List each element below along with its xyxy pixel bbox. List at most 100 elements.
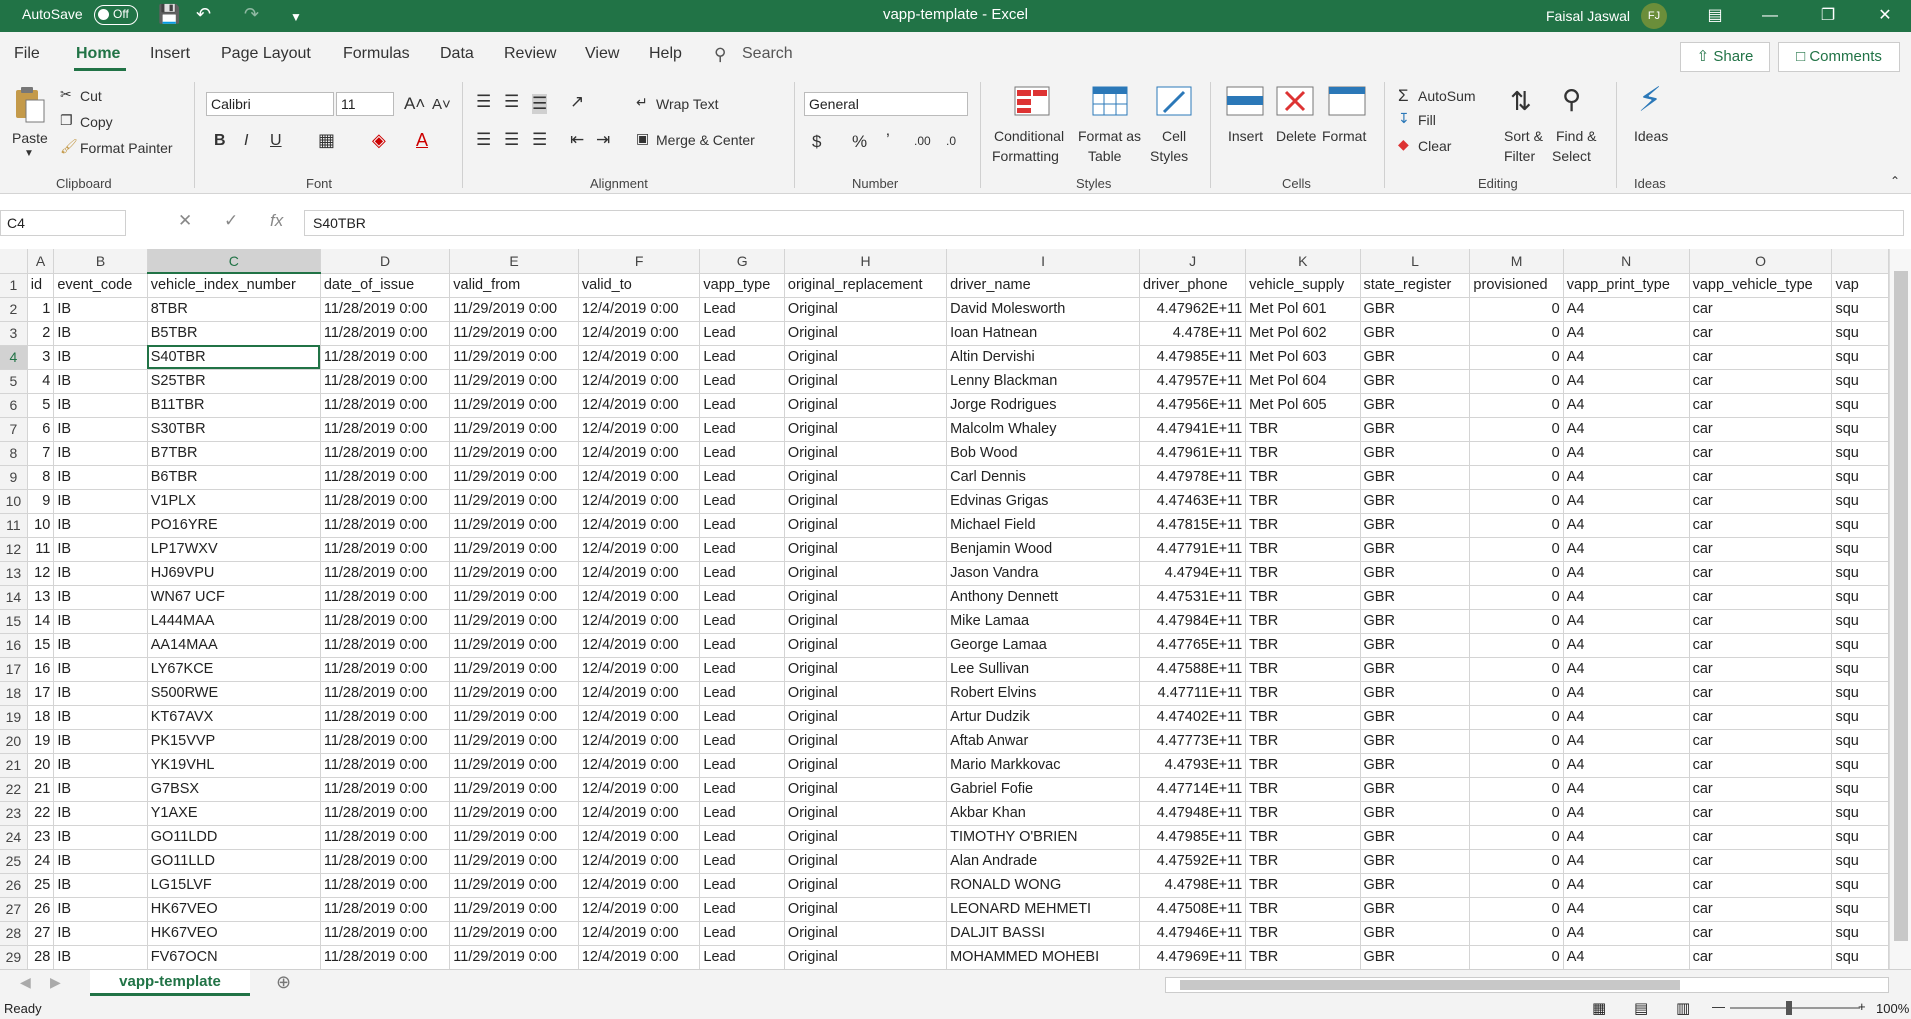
cell[interactable]: 11/28/2019 0:00 bbox=[320, 393, 451, 418]
column-header-g[interactable]: G bbox=[699, 249, 785, 274]
cell[interactable]: LP17WXV bbox=[147, 537, 321, 562]
cell[interactable]: squ bbox=[1831, 513, 1889, 538]
cell[interactable]: 11/29/2019 0:00 bbox=[449, 729, 579, 754]
cell[interactable]: A4 bbox=[1563, 561, 1690, 586]
cell[interactable]: GBR bbox=[1360, 561, 1471, 586]
cell[interactable]: IB bbox=[53, 561, 148, 586]
cell[interactable]: LEONARD MEHMETI bbox=[946, 897, 1141, 922]
cell[interactable]: 0 bbox=[1469, 681, 1564, 706]
cell[interactable]: Lead bbox=[699, 441, 785, 466]
tab-data[interactable]: Data bbox=[440, 45, 474, 63]
cell[interactable]: GBR bbox=[1360, 945, 1471, 969]
cell[interactable]: 0 bbox=[1469, 753, 1564, 778]
cell[interactable]: Lead bbox=[699, 897, 785, 922]
cell[interactable]: 12/4/2019 0:00 bbox=[578, 825, 701, 850]
cell[interactable]: 22 bbox=[27, 801, 55, 826]
cell[interactable]: IB bbox=[53, 921, 148, 946]
header-cell[interactable]: vehicle_index_number bbox=[147, 273, 321, 298]
cell[interactable]: 11/29/2019 0:00 bbox=[449, 825, 579, 850]
tab-file[interactable]: File bbox=[14, 45, 40, 63]
cell[interactable]: 12/4/2019 0:00 bbox=[578, 753, 701, 778]
cell[interactable]: 11/29/2019 0:00 bbox=[449, 873, 579, 898]
cell[interactable]: Original bbox=[784, 369, 948, 394]
cell[interactable]: 11/29/2019 0:00 bbox=[449, 945, 579, 969]
cell[interactable]: Robert Elvins bbox=[946, 681, 1141, 706]
increase-decimal-icon[interactable]: .00 bbox=[914, 134, 931, 148]
ideas-button[interactable]: Ideas bbox=[1634, 128, 1668, 144]
cell[interactable]: 11/28/2019 0:00 bbox=[320, 321, 451, 346]
cell[interactable]: 4.4798E+11 bbox=[1139, 873, 1247, 898]
cell[interactable]: 11/28/2019 0:00 bbox=[320, 513, 451, 538]
cell[interactable]: 4.47978E+11 bbox=[1139, 465, 1247, 490]
cell[interactable]: HJ69VPU bbox=[147, 561, 321, 586]
cell[interactable]: 11/28/2019 0:00 bbox=[320, 777, 451, 802]
header-cell[interactable]: id bbox=[27, 273, 55, 298]
orientation-icon[interactable]: ↗ bbox=[570, 92, 584, 112]
cell[interactable]: 4.47714E+11 bbox=[1139, 777, 1247, 802]
comments-button[interactable]: □ Comments bbox=[1778, 42, 1900, 72]
cell[interactable]: AA14MAA bbox=[147, 633, 321, 658]
cell[interactable]: 11/29/2019 0:00 bbox=[449, 321, 579, 346]
column-header-a[interactable]: A bbox=[27, 249, 55, 274]
cell[interactable]: 4.47969E+11 bbox=[1139, 945, 1247, 969]
cell[interactable]: GBR bbox=[1360, 801, 1471, 826]
cell[interactable]: 0 bbox=[1469, 825, 1564, 850]
cell-styles-button[interactable]: Cell bbox=[1162, 128, 1186, 144]
cell[interactable]: S500RWE bbox=[147, 681, 321, 706]
cell[interactable]: 11/29/2019 0:00 bbox=[449, 609, 579, 634]
header-cell[interactable]: vapp_vehicle_type bbox=[1689, 273, 1833, 298]
cell[interactable]: squ bbox=[1831, 417, 1889, 442]
align-left-icon[interactable]: ☰ bbox=[476, 130, 491, 150]
header-cell[interactable]: state_register bbox=[1360, 273, 1471, 298]
cell[interactable]: TBR bbox=[1245, 585, 1361, 610]
cell[interactable]: Original bbox=[784, 393, 948, 418]
format-cells-button[interactable]: Format bbox=[1322, 128, 1366, 144]
vertical-scrollbar[interactable] bbox=[1889, 249, 1911, 969]
cell[interactable]: GBR bbox=[1360, 873, 1471, 898]
cell[interactable]: 11/28/2019 0:00 bbox=[320, 441, 451, 466]
cell[interactable]: 12/4/2019 0:00 bbox=[578, 465, 701, 490]
cell[interactable]: squ bbox=[1831, 537, 1889, 562]
cell[interactable]: squ bbox=[1831, 633, 1889, 658]
cell[interactable]: 0 bbox=[1469, 465, 1564, 490]
row-header[interactable]: 19 bbox=[0, 705, 28, 730]
cell[interactable]: Akbar Khan bbox=[946, 801, 1141, 826]
cell[interactable]: TIMOTHY O'BRIEN bbox=[946, 825, 1141, 850]
cell-styles-icon[interactable] bbox=[1156, 86, 1192, 122]
cell[interactable]: 23 bbox=[27, 825, 55, 850]
cell[interactable]: Lead bbox=[699, 393, 785, 418]
cell[interactable]: car bbox=[1689, 825, 1833, 850]
insert-function-icon[interactable]: fx bbox=[270, 211, 283, 231]
cell[interactable]: 11/28/2019 0:00 bbox=[320, 897, 451, 922]
paste-icon[interactable] bbox=[12, 86, 48, 123]
cut-icon[interactable]: ✂ bbox=[60, 86, 72, 103]
cell[interactable]: 11/28/2019 0:00 bbox=[320, 537, 451, 562]
cell[interactable]: car bbox=[1689, 897, 1833, 922]
cell[interactable]: car bbox=[1689, 417, 1833, 442]
cell[interactable]: Original bbox=[784, 705, 948, 730]
cell[interactable]: GBR bbox=[1360, 489, 1471, 514]
cell[interactable]: IB bbox=[53, 297, 148, 322]
merge-icon[interactable]: ▣ bbox=[636, 130, 649, 147]
cell[interactable]: 11 bbox=[27, 537, 55, 562]
header-cell[interactable]: driver_phone bbox=[1139, 273, 1247, 298]
cell[interactable]: 8TBR bbox=[147, 297, 321, 322]
cell[interactable]: Lead bbox=[699, 297, 785, 322]
cell-styles-line2[interactable]: Styles bbox=[1150, 148, 1188, 164]
cell[interactable]: David Molesworth bbox=[946, 297, 1141, 322]
cell[interactable]: TBR bbox=[1245, 921, 1361, 946]
cell[interactable]: S30TBR bbox=[147, 417, 321, 442]
cell[interactable]: 11/28/2019 0:00 bbox=[320, 417, 451, 442]
cell[interactable]: G7BSX bbox=[147, 777, 321, 802]
cell[interactable]: 12/4/2019 0:00 bbox=[578, 609, 701, 634]
cell[interactable]: B6TBR bbox=[147, 465, 321, 490]
cell[interactable]: Lead bbox=[699, 633, 785, 658]
cell[interactable]: 0 bbox=[1469, 921, 1564, 946]
add-sheet-icon[interactable]: ⊕ bbox=[276, 972, 291, 993]
cell[interactable]: TBR bbox=[1245, 681, 1361, 706]
cell[interactable]: IB bbox=[53, 729, 148, 754]
cell[interactable]: Original bbox=[784, 345, 948, 370]
cell[interactable]: squ bbox=[1831, 657, 1889, 682]
cell[interactable]: GBR bbox=[1360, 921, 1471, 946]
cell[interactable]: 12/4/2019 0:00 bbox=[578, 801, 701, 826]
